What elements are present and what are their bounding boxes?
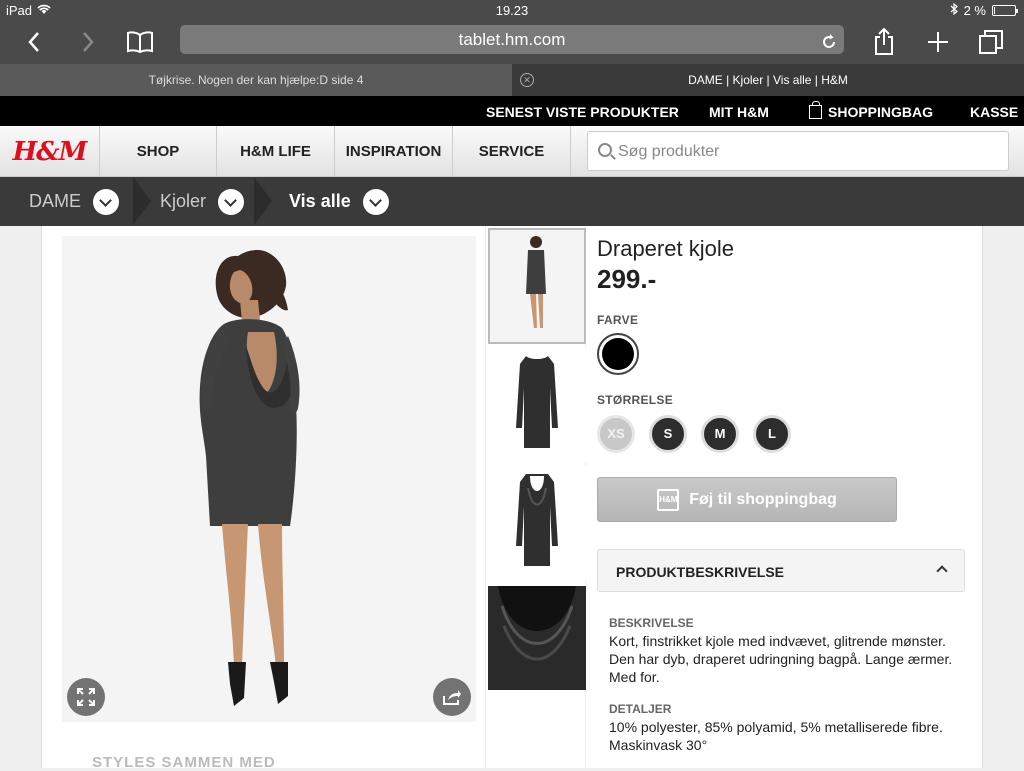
shoppingbag-link[interactable]: SHOPPINGBAG <box>809 101 934 120</box>
product-title: Draperet kjole <box>597 236 734 261</box>
chevron-down-icon[interactable] <box>218 188 245 215</box>
styles-with-heading: STYLES SAMMEN MED <box>92 754 276 771</box>
size-option-xs[interactable]: XS <box>597 415 635 453</box>
size-option-l[interactable]: L <box>753 415 791 453</box>
chevron-down-icon[interactable] <box>93 188 120 215</box>
breadcrumb-kjoler[interactable]: Kjoler <box>160 177 245 226</box>
breadcrumb-label: Vis alle <box>289 191 351 211</box>
browser-toolbar: tablet.hm.com <box>0 20 1024 64</box>
thumbnail-image <box>490 230 584 342</box>
tab-forum[interactable]: Tøjkrise. Nogen der kan hjælpe:D side 4 <box>0 64 512 96</box>
main-nav: H&M SHOP H&M LIFE INSPIRATION SERVICE <box>0 126 1024 177</box>
browser-tabs: Tøjkrise. Nogen der kan hjælpe:D side 4 … <box>0 64 1024 96</box>
thumbnail-strip <box>485 226 586 768</box>
nav-hm-life[interactable]: H&M LIFE <box>217 126 335 177</box>
product-info: Draperet kjole 299.- FARVE STØRRELSE XS … <box>597 236 965 754</box>
search-box <box>587 131 1009 171</box>
size-options: XS S M L <box>597 415 965 453</box>
share-icon[interactable] <box>868 26 900 58</box>
close-tab-icon[interactable]: ✕ <box>520 73 534 87</box>
tab-title: DAME | Kjoler | Vis alle | H&M <box>688 73 848 87</box>
tabs-overview-icon[interactable] <box>975 26 1007 58</box>
details-heading: DETALJER <box>609 702 672 716</box>
url-text: tablet.hm.com <box>458 30 566 49</box>
my-hm-link[interactable]: MIT H&M <box>709 104 769 120</box>
battery-icon <box>992 5 1018 16</box>
color-swatch-black[interactable] <box>597 333 639 375</box>
product-price: 299.- <box>597 264 657 294</box>
breadcrumb-label: Kjoler <box>160 191 207 211</box>
thumbnail-detail[interactable] <box>488 586 586 690</box>
breadcrumb-separator <box>254 177 272 225</box>
model-back-view-image <box>62 236 476 722</box>
breadcrumb-vis-alle[interactable]: Vis alle <box>289 177 389 226</box>
checkout-link[interactable]: KASSE <box>970 104 1018 120</box>
thumbnail-back-flat[interactable] <box>488 466 586 580</box>
nav-service[interactable]: SERVICE <box>453 126 571 177</box>
tab-hm[interactable]: ✕ DAME | Kjoler | Vis alle | H&M <box>512 64 1024 96</box>
add-to-bag-button[interactable]: H&M Føj til shoppingbag <box>597 477 897 522</box>
search-icon <box>598 143 612 157</box>
status-right: 2 % <box>950 2 1018 18</box>
clock: 19.23 <box>495 3 529 18</box>
breadcrumb-label: DAME <box>29 191 82 211</box>
search-input[interactable] <box>618 140 998 164</box>
chevron-down-icon[interactable] <box>362 188 389 215</box>
tab-title: Tøjkrise. Nogen der kan hjælpe:D side 4 <box>148 73 364 87</box>
description-text: Kort, finstrikket kjole med indvævet, gl… <box>609 633 953 685</box>
fullscreen-icon[interactable] <box>67 678 105 716</box>
chevron-up-icon[interactable] <box>936 565 948 577</box>
breadcrumb-dame[interactable]: DAME <box>29 177 120 226</box>
thumbnail-image <box>488 348 586 462</box>
accordion-label: PRODUKTBESKRIVELSE <box>616 564 785 580</box>
hm-bag-icon: H&M <box>657 488 680 511</box>
details-text: 10% polyester, 85% polyamid, 5% metallis… <box>609 719 943 753</box>
bookmarks-icon[interactable] <box>124 26 156 58</box>
thumbnail-back-view[interactable] <box>488 228 586 344</box>
thumbnail-image <box>488 586 586 690</box>
product-description-accordion[interactable]: PRODUKTBESKRIVELSE <box>597 549 965 592</box>
forward-icon[interactable] <box>72 26 104 58</box>
description-heading: BESKRIVELSE <box>609 616 694 630</box>
add-to-bag-label: Føj til shoppingbag <box>689 490 837 508</box>
recent-products-link[interactable]: SENEST VISTE PRODUKTER <box>486 104 679 120</box>
product-main-image[interactable] <box>62 236 476 722</box>
battery-percent: 2 % <box>963 3 986 18</box>
size-option-m[interactable]: M <box>701 415 739 453</box>
new-tab-icon[interactable] <box>922 26 954 58</box>
address-bar[interactable]: tablet.hm.com <box>180 25 844 54</box>
size-label: STØRRELSE <box>597 393 674 407</box>
back-icon[interactable] <box>18 26 50 58</box>
thumbnail-image <box>488 466 586 580</box>
bluetooth-icon <box>950 2 958 18</box>
reload-icon[interactable] <box>820 31 838 49</box>
battery-fill <box>994 7 995 14</box>
nav-inspiration[interactable]: INSPIRATION <box>335 126 453 177</box>
size-option-s[interactable]: S <box>649 415 687 453</box>
nav-shop[interactable]: SHOP <box>100 126 217 177</box>
thumbnail-front-view[interactable] <box>488 348 586 462</box>
shoppingbag-label: SHOPPINGBAG <box>828 104 934 120</box>
description-section: BESKRIVELSE Kort, finstrikket kjole med … <box>597 614 953 754</box>
hm-topbar: SENEST VISTE PRODUKTER MIT H&M SHOPPINGB… <box>0 96 1024 126</box>
share-product-icon[interactable] <box>433 678 471 716</box>
product-page: Draperet kjole 299.- FARVE STØRRELSE XS … <box>41 226 983 771</box>
color-label: FARVE <box>597 313 639 327</box>
hm-logo[interactable]: H&M <box>0 126 100 177</box>
status-bar: iPad 19.23 2 % <box>0 0 1024 20</box>
breadcrumb: DAME Kjoler Vis alle <box>0 177 1024 226</box>
shopping-bag-icon <box>809 101 822 119</box>
breadcrumb-separator <box>133 177 151 225</box>
